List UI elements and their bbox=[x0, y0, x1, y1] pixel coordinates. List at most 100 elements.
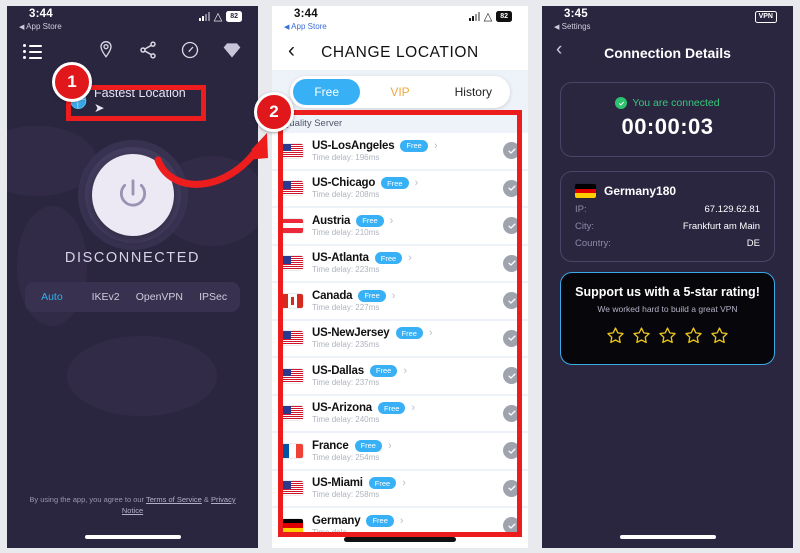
back-chevron-icon[interactable]: ‹ bbox=[288, 40, 295, 62]
connection-status-card: You are connected 00:00:03 bbox=[560, 82, 775, 157]
server-list-item[interactable]: US-LosAngeles Free › Time delay: 196ms bbox=[272, 133, 528, 169]
server-country-row: Country: DE bbox=[575, 238, 760, 249]
status-indicators: VPN bbox=[754, 11, 777, 23]
power-button[interactable] bbox=[91, 154, 174, 236]
server-list-item[interactable]: US-Miami Free › Time delay: 258ms bbox=[272, 470, 528, 506]
us-flag-icon bbox=[282, 481, 303, 496]
server-name: US-Arizona bbox=[312, 402, 372, 415]
status-back-link[interactable]: ◀ App Store bbox=[284, 22, 327, 31]
chevron-right-icon[interactable]: › bbox=[429, 327, 433, 339]
chevron-right-icon[interactable]: › bbox=[388, 440, 392, 452]
tab-history[interactable]: History bbox=[440, 79, 507, 105]
share-icon[interactable] bbox=[138, 40, 158, 60]
right-header: ‹ Connection Details bbox=[542, 36, 793, 70]
server-delay: Time delay: 227ms bbox=[312, 302, 380, 312]
server-select-checkmark[interactable] bbox=[503, 254, 520, 272]
rating-title: Support us with a 5-star rating! bbox=[575, 285, 760, 299]
server-list-item[interactable]: Austria Free › Time delay: 210ms bbox=[272, 208, 528, 244]
protocol-auto[interactable]: Auto bbox=[25, 291, 79, 303]
status-back-label: App Store bbox=[291, 22, 327, 31]
server-select-checkmark[interactable] bbox=[503, 329, 520, 347]
germany-flag-icon bbox=[575, 184, 596, 198]
country-key: Country: bbox=[575, 238, 611, 249]
server-name: US-NewJersey bbox=[312, 327, 390, 340]
star-rating[interactable] bbox=[571, 326, 764, 350]
menu-icon[interactable] bbox=[23, 44, 43, 62]
server-select-checkmark[interactable] bbox=[503, 404, 520, 422]
chevron-right-icon[interactable]: › bbox=[415, 177, 419, 189]
server-select-checkmark[interactable] bbox=[503, 517, 520, 535]
tab-vip[interactable]: VIP bbox=[366, 79, 433, 105]
server-info-card: Germany180 IP: 67.129.62.81 City: Frankf… bbox=[560, 171, 775, 262]
server-name-row: US-Miami Free › bbox=[312, 477, 503, 490]
location-pin-icon[interactable] bbox=[96, 40, 116, 60]
status-back-label: App Store bbox=[26, 22, 62, 31]
server-list-item[interactable]: US-Atlanta Free › Time delay: 223ms bbox=[272, 245, 528, 281]
page-title: Connection Details bbox=[604, 45, 731, 61]
server-name: Germany bbox=[312, 514, 361, 527]
server-list-item[interactable]: France Free › Time delay: 254ms bbox=[272, 433, 528, 469]
server-list-item[interactable]: US-NewJersey Free › Time delay: 235ms bbox=[272, 320, 528, 356]
server-list-item[interactable]: US-Chicago Free › Time delay: 208ms bbox=[272, 170, 528, 206]
server-select-checkmark[interactable] bbox=[503, 142, 520, 160]
chevron-right-icon[interactable]: › bbox=[434, 140, 438, 152]
server-plan-badge: Free bbox=[377, 402, 406, 415]
wifi-icon: △ bbox=[483, 10, 493, 23]
server-select-checkmark[interactable] bbox=[503, 479, 520, 497]
server-list-item[interactable]: Canada Free › Time delay: 227ms bbox=[272, 283, 528, 319]
server-ip-row: IP: 67.129.62.81 bbox=[575, 204, 760, 215]
status-time: 3:44 bbox=[294, 8, 318, 20]
server-list-item[interactable]: US-Arizona Free › Time delay: 240ms bbox=[272, 395, 528, 431]
tabs-band: Free VIP History bbox=[272, 70, 528, 114]
server-select-checkmark[interactable] bbox=[503, 217, 520, 235]
back-chevron-icon[interactable]: ‹ bbox=[556, 39, 562, 61]
star-icon[interactable] bbox=[606, 326, 625, 350]
terms-of-service-link[interactable]: Terms of Service bbox=[146, 495, 202, 504]
protocol-ipsec[interactable]: IPSec bbox=[186, 291, 240, 303]
server-select-checkmark[interactable] bbox=[503, 292, 520, 310]
chevron-right-icon[interactable]: › bbox=[400, 515, 404, 527]
tab-free[interactable]: Free bbox=[293, 79, 361, 105]
fastest-location-button[interactable]: Fastest Location ➤ bbox=[69, 86, 196, 115]
status-indicators: △ 82 bbox=[468, 10, 512, 23]
status-back-link[interactable]: ◀ App Store bbox=[19, 22, 62, 31]
server-select-checkmark[interactable] bbox=[503, 179, 520, 197]
bezel-left bbox=[535, 0, 542, 553]
star-icon[interactable] bbox=[632, 326, 651, 350]
server-plan-badge: Free bbox=[368, 477, 397, 490]
chevron-right-icon[interactable]: › bbox=[403, 365, 407, 377]
server-info: US-NewJersey Free › Time delay: 235ms bbox=[312, 327, 503, 349]
server-list[interactable]: US-LosAngeles Free › Time delay: 196ms US-Ch… bbox=[272, 133, 528, 544]
chevron-right-icon[interactable]: › bbox=[411, 402, 415, 414]
shield-check-icon bbox=[615, 97, 628, 109]
speed-icon[interactable] bbox=[180, 40, 200, 60]
chevron-right-icon[interactable]: › bbox=[392, 290, 396, 302]
city-value: Frankfurt am Main bbox=[682, 221, 760, 232]
server-select-checkmark[interactable] bbox=[503, 367, 520, 385]
chevron-right-icon[interactable]: › bbox=[390, 215, 394, 227]
us-flag-icon bbox=[282, 181, 303, 196]
phone-change-location: 3:44 ◀ App Store △ 82 ‹ CHANGE LOCATION … bbox=[265, 0, 535, 553]
server-select-checkmark[interactable] bbox=[503, 442, 520, 460]
protocol-openvpn[interactable]: OpenVPN bbox=[133, 291, 187, 303]
country-value: DE bbox=[746, 238, 760, 249]
diamond-icon[interactable] bbox=[222, 40, 242, 60]
us-flag-icon bbox=[282, 368, 303, 383]
star-icon[interactable] bbox=[658, 326, 677, 350]
protocol-ikev2[interactable]: IKEv2 bbox=[79, 291, 133, 303]
server-plan-badge: Free bbox=[395, 327, 423, 340]
chevron-right-icon[interactable]: › bbox=[408, 252, 412, 264]
server-name: Canada bbox=[312, 289, 353, 302]
server-name-row: US-Arizona Free › bbox=[312, 402, 503, 415]
server-info: US-Arizona Free › Time delay: 240ms bbox=[312, 402, 503, 424]
status-back-link[interactable]: ◀ Settings bbox=[554, 22, 591, 31]
star-icon[interactable] bbox=[684, 326, 703, 350]
server-name: US-Atlanta bbox=[312, 252, 369, 265]
server-delay: Time delay: 223ms bbox=[312, 265, 380, 275]
server-list-item[interactable]: US-Dallas Free › Time delay: 237ms bbox=[272, 358, 528, 394]
connected-row: You are connected bbox=[575, 97, 760, 109]
chevron-right-icon[interactable]: › bbox=[402, 477, 406, 489]
star-icon[interactable] bbox=[710, 326, 729, 350]
vpn-chip: VPN bbox=[754, 11, 777, 23]
server-name-row: Canada Free › bbox=[312, 289, 503, 302]
